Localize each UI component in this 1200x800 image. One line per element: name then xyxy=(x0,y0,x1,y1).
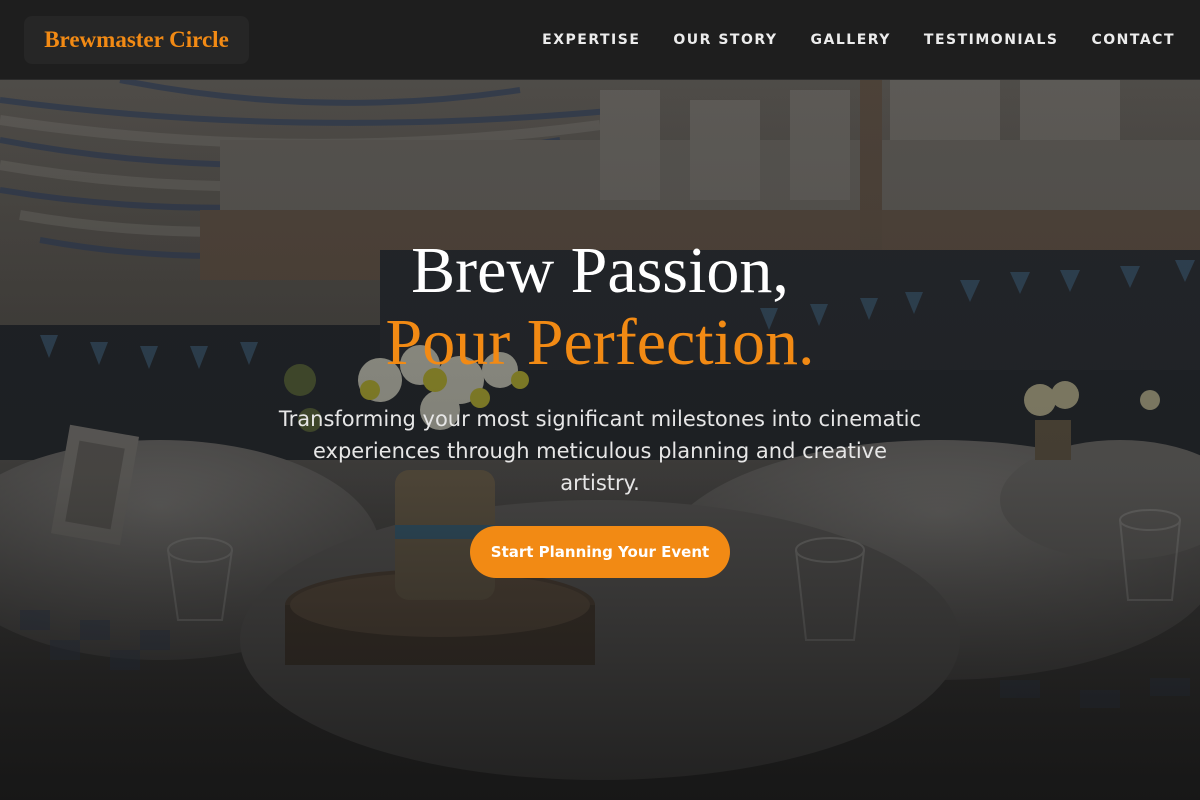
site-header: Brewmaster Circle EXPERTISE OUR STORY GA… xyxy=(0,0,1200,80)
nav-link-contact[interactable]: CONTACT xyxy=(1091,32,1175,48)
hero-subtitle: Transforming your most significant miles… xyxy=(278,407,922,495)
brand-logo[interactable]: Brewmaster Circle xyxy=(24,16,249,64)
nav-link-testimonials[interactable]: TESTIMONIALS xyxy=(924,32,1059,48)
hero-title-line1: Brew Passion, xyxy=(411,234,789,307)
main-nav: EXPERTISE OUR STORY GALLERY TESTIMONIALS… xyxy=(542,0,1175,80)
hero-section: Brew Passion, Pour Perfection. Transform… xyxy=(0,80,1200,800)
start-planning-button[interactable]: Start Planning Your Event xyxy=(470,526,730,578)
nav-link-gallery[interactable]: GALLERY xyxy=(811,32,891,48)
hero-title: Brew Passion, Pour Perfection. xyxy=(0,235,1200,379)
hero-content: Brew Passion, Pour Perfection. Transform… xyxy=(0,80,1200,800)
brand-name: Brewmaster Circle xyxy=(44,27,229,52)
nav-link-expertise[interactable]: EXPERTISE xyxy=(542,32,640,48)
nav-link-our-story[interactable]: OUR STORY xyxy=(673,32,777,48)
hero-title-line2: Pour Perfection. xyxy=(385,306,815,379)
